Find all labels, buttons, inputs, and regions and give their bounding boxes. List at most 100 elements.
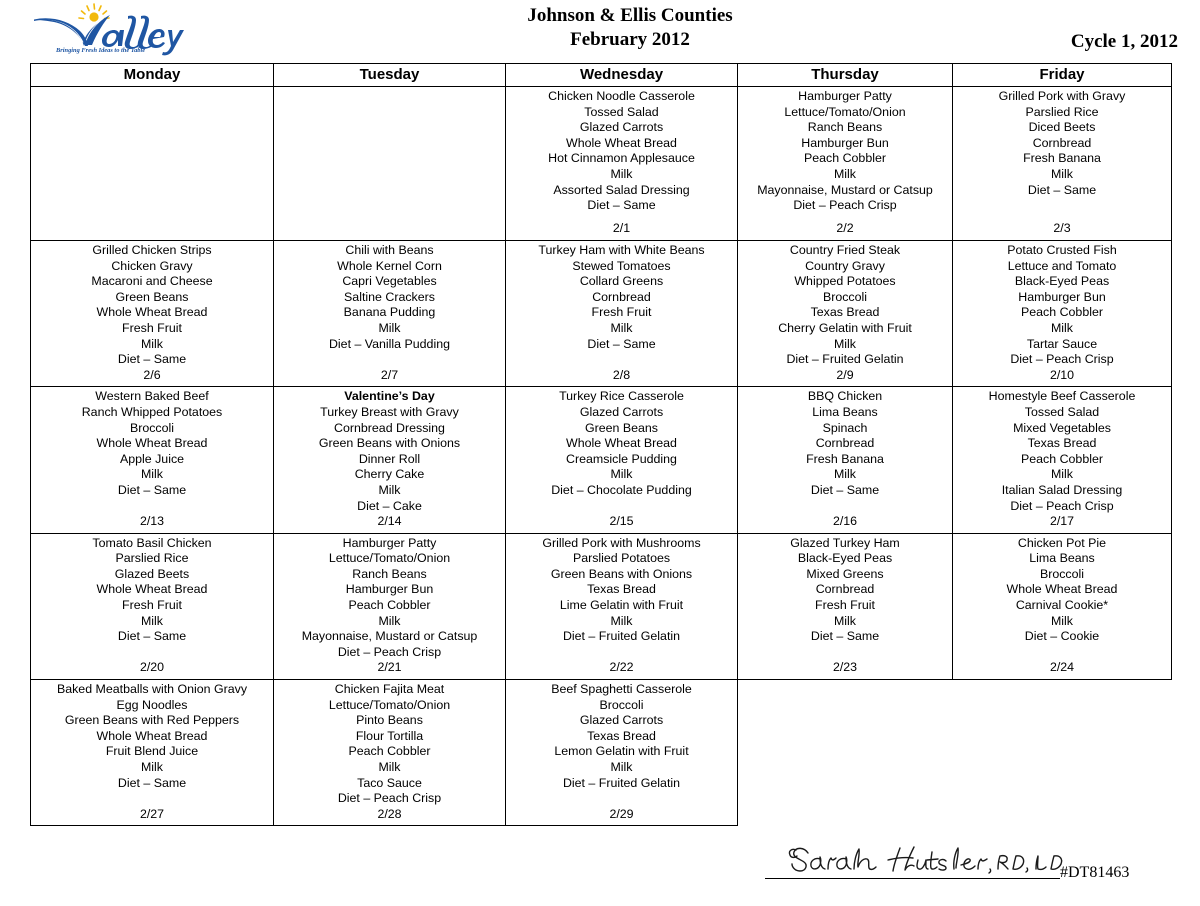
menu-item: Diet – Vanilla Pudding — [328, 336, 450, 351]
calendar-week-row: Baked Meatballs with Onion Gravy Egg Nood… — [30, 679, 1172, 827]
calendar-table-wrapper: Monday Tuesday Wednesday Thursday Friday… — [30, 63, 1172, 827]
menu-item-list: Turkey Rice Casserole Glazed Carrots Green… — [509, 389, 734, 498]
cell-spacer — [509, 791, 734, 807]
menu-date-label: 2/29 — [609, 806, 634, 821]
menu-item: Lettuce/Tomato/Onion — [328, 697, 451, 712]
menu-item: Hamburger Bun — [801, 135, 889, 150]
calendar-week-row: Western Baked Beef Ranch Whipped Potatoes… — [30, 386, 1172, 534]
menu-item: Whole Wheat Bread — [96, 305, 208, 320]
menu-item: Hamburger Patty — [342, 535, 437, 550]
menu-item: Lettuce and Tomato — [1007, 258, 1117, 273]
menu-item: Diet – Fruited Gelatin — [786, 352, 904, 367]
menu-day-cell: Beef Spaghetti Casserole Broccoli Glazed C… — [505, 679, 738, 827]
menu-item: Milk — [833, 166, 857, 181]
handwritten-signature — [788, 846, 1063, 874]
menu-item: Milk — [378, 320, 401, 335]
menu-item: Mixed Vegetables — [1013, 420, 1111, 435]
menu-item: Tossed Salad — [1024, 404, 1100, 419]
menu-item: Diet – Cookie — [1024, 629, 1100, 644]
menu-date-label: 2/3 — [1053, 221, 1071, 236]
menu-item: Grilled Chicken Strips — [92, 243, 212, 257]
menu-item: Whole Wheat Bread — [96, 436, 208, 451]
menu-item: Milk — [610, 760, 633, 774]
menu-item: Lemon Gelatin with Fruit — [554, 744, 689, 759]
menu-day-cell: Hamburger Patty Lettuce/Tomato/Onion Ranch… — [273, 532, 506, 681]
menu-item: Chicken Gravy — [111, 258, 193, 273]
menu-item-list: Chili with Beans Whole Kernel Corn Capri V… — [277, 243, 502, 352]
menu-day-cell: Valentine’s Day Turkey Breast with Gravy C… — [273, 386, 506, 534]
menu-item: Milk — [140, 336, 164, 351]
menu-item: Whole Kernel Corn — [337, 258, 442, 273]
menu-item: Broccoli — [1039, 566, 1085, 581]
menu-day-cell — [738, 680, 953, 826]
menu-item: Diet – Same — [117, 775, 187, 790]
menu-item: Diet – Peach Crisp — [1010, 498, 1114, 513]
menu-day-cell: Turkey Rice Casserole Glazed Carrots Green… — [505, 386, 738, 534]
menu-item: Milk — [378, 760, 401, 774]
menu-item-list: Potato Crusted Fish Lettuce and Tomato Bla… — [956, 243, 1168, 368]
menu-item: Peach Cobbler — [1021, 451, 1103, 466]
menu-item: Milk — [610, 613, 633, 628]
menu-item: Glazed Carrots — [579, 404, 664, 419]
menu-item-list: Western Baked Beef Ranch Whipped Potatoes… — [34, 389, 270, 498]
menu-item: Diet – Peach Crisp — [337, 791, 442, 806]
calendar-body: Chicken Noodle Casserole Tossed Salad Glaz… — [30, 86, 1172, 827]
menu-item: Whole Wheat Bread — [566, 436, 677, 451]
menu-item: Whole Wheat Bread — [96, 728, 208, 743]
menu-item: Milk — [140, 467, 164, 482]
menu-item: Italian Salad Dressing — [1001, 482, 1123, 497]
menu-calendar-page: Bringing Fresh Ideas to the Table Johnso… — [0, 0, 1200, 906]
menu-day-cell: Hamburger Patty Lettuce/Tomato/Onion Ranch… — [737, 86, 953, 241]
menu-item: Cornbread Dressing — [334, 420, 445, 435]
menu-item: Lettuce/Tomato/Onion — [784, 104, 906, 119]
menu-day-cell: Homestyle Beef Casserole Tossed Salad Mixe… — [952, 386, 1172, 534]
menu-item-list: Baked Meatballs with Onion Gravy Egg Nood… — [34, 682, 270, 791]
column-header-thursday: Thursday — [737, 63, 953, 87]
menu-item: Diet – Fruited Gelatin — [562, 775, 681, 790]
menu-item: Taco Sauce — [357, 775, 422, 790]
page-title: Johnson & Ellis Counties February 2012 — [430, 4, 830, 52]
menu-date-label: 2/14 — [377, 514, 402, 529]
cell-spacer — [277, 352, 502, 368]
menu-item: Glazed Carrots — [579, 713, 664, 728]
menu-date-label: 2/9 — [836, 367, 854, 382]
menu-item: BBQ Chicken — [807, 389, 883, 404]
menu-item: Tossed Salad — [584, 104, 659, 119]
menu-item: Milk — [140, 760, 164, 774]
menu-day-cell: Baked Meatballs with Onion Gravy Egg Nood… — [30, 679, 274, 827]
menu-day-cell: Grilled Pork with Gravy Parslied Rice Dice… — [952, 86, 1172, 241]
menu-date-label: 2/10 — [1049, 367, 1075, 382]
menu-day-cell: Turkey Ham with White Beans Stewed Tomato… — [505, 239, 738, 388]
menu-date-label: 2/13 — [139, 514, 165, 529]
menu-item: Diced Beets — [1028, 120, 1096, 135]
menu-item: Fresh Fruit — [591, 305, 652, 320]
menu-item: Black-Eyed Peas — [797, 551, 893, 566]
menu-item: Milk — [833, 336, 857, 351]
column-header-friday: Friday — [952, 63, 1172, 87]
menu-item: Pinto Beans — [356, 713, 423, 728]
menu-item: Diet – Cake — [357, 498, 422, 513]
column-header-monday: Monday — [30, 63, 274, 87]
menu-item: Diet – Same — [810, 629, 880, 644]
menu-item: Cornbread — [1032, 135, 1092, 150]
menu-item: Fruit Blend Juice — [105, 744, 199, 759]
menu-item: Hamburger Patty — [798, 89, 892, 103]
menu-item-list: Tomato Basil Chicken Parslied Rice Glazed … — [34, 536, 270, 645]
menu-item: Peach Cobbler — [1021, 305, 1103, 320]
menu-item-list: Country Fried Steak Country Gravy Whipped … — [741, 243, 949, 368]
menu-date-label: 2/23 — [832, 660, 858, 675]
cell-spacer — [509, 645, 734, 661]
menu-item: Milk — [833, 613, 857, 628]
cell-spacer — [509, 499, 734, 515]
menu-item: Fresh Fruit — [122, 320, 182, 335]
menu-item: Milk — [1050, 467, 1074, 482]
menu-item: Stewed Tomatoes — [572, 258, 671, 273]
menu-item: Fresh Fruit — [122, 598, 182, 613]
menu-item: Diet – Peach Crisp — [1010, 352, 1114, 367]
menu-item: Chicken Fajita Meat — [334, 682, 445, 697]
menu-item: Cornbread — [815, 436, 875, 451]
menu-item: Broccoli — [822, 289, 868, 304]
menu-date-label: 2/22 — [609, 660, 634, 675]
menu-date-label: 2/7 — [380, 367, 399, 382]
menu-date-label: 2/8 — [612, 367, 631, 382]
